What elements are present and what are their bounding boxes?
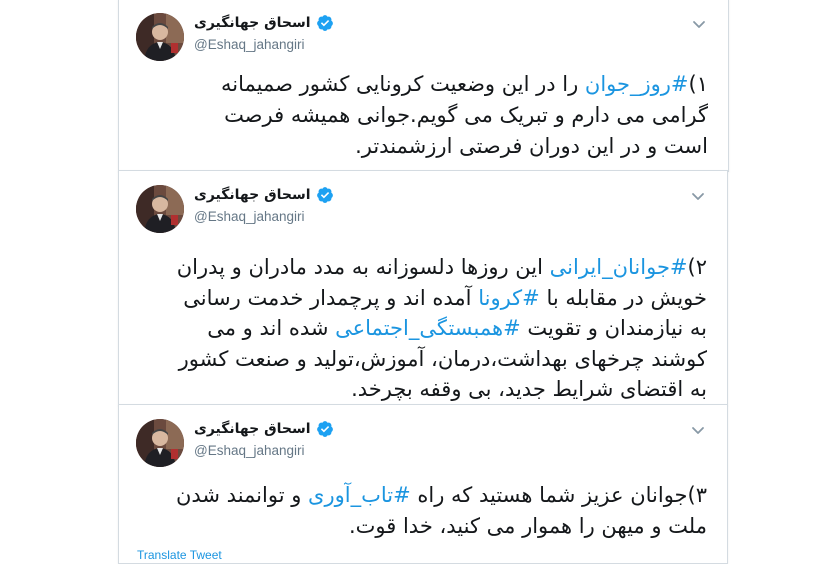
tweet-line: به اقتضای شرایط جدید، بی وقفه بچرخد. — [177, 374, 707, 405]
author-block: اسحاق جهانگیری @Eshaq_jahangiri — [194, 183, 334, 224]
tweet-text-segment: خویش در مقابله با — [539, 285, 707, 310]
author-handle[interactable]: @Eshaq_jahangiri — [194, 37, 334, 52]
avatar[interactable] — [136, 419, 184, 467]
author-name[interactable]: اسحاق جهانگیری — [194, 187, 311, 203]
tweet-text-segment: آمده اند و پرچمدار خدمت رسانی — [183, 285, 479, 310]
hashtag-link[interactable]: #روز_جوان — [585, 72, 689, 96]
tweet-text-segment: کوشند چرخهای بهداشت،درمان، آموزش،تولید و… — [178, 346, 707, 371]
tweet-line: ۳)جوانان عزیز شما هستید که راه #تاب_آوری… — [176, 480, 707, 511]
tweet-text-segment: ملت و میهن را هموار می کنید، خدا قوت. — [348, 514, 707, 538]
tweet-text: ۲)#جوانان_ایرانی این روزها دلسوزانه به م… — [177, 252, 707, 405]
tweet-text-segment: به نیازمندان و تقویت — [520, 316, 707, 340]
tweet-text-segment: است و در این دوران فرصتی ارزشمندتر. — [355, 134, 708, 158]
hashtag-link[interactable]: #تاب_آوری — [308, 483, 411, 507]
tweet-line: ملت و میهن را هموار می کنید، خدا قوت. — [176, 511, 707, 542]
tweet-3[interactable]: اسحاق جهانگیری @Eshaq_jahangiri ۳)جوانان… — [118, 404, 728, 564]
author-block: اسحاق جهانگیری @Eshaq_jahangiri — [194, 11, 334, 52]
chevron-down-icon[interactable] — [689, 187, 707, 205]
tweet-text-segment: و توانمند شدن — [175, 483, 309, 507]
tweet-line: کوشند چرخهای بهداشت،درمان، آموزش،تولید و… — [177, 344, 707, 375]
verified-badge-icon — [316, 14, 334, 32]
tweet-text: ۳)جوانان عزیز شما هستید که راه #تاب_آوری… — [176, 480, 707, 542]
tweet-line: ۲)#جوانان_ایرانی این روزها دلسوزانه به م… — [177, 252, 707, 283]
avatar[interactable] — [136, 185, 184, 233]
author-name[interactable]: اسحاق جهانگیری — [194, 15, 311, 31]
tweet-text-segment: این روزها دلسوزانه به مدد مادران و پدران — [176, 255, 550, 279]
author-block: اسحاق جهانگیری @Eshaq_jahangiri — [194, 417, 334, 458]
translate-tweet-link[interactable]: Translate Tweet — [137, 548, 222, 562]
tweet-text-segment: به اقتضای شرایط جدید، بی وقفه بچرخد. — [351, 377, 707, 401]
hashtag-link[interactable]: #جوانان_ایرانی — [550, 255, 688, 279]
chevron-down-icon[interactable] — [690, 15, 708, 33]
hashtag-link[interactable]: #کرونا — [478, 286, 540, 310]
tweet-line: خویش در مقابله با #کرونا آمده اند و پرچم… — [177, 283, 707, 314]
verified-badge-icon — [316, 420, 334, 438]
author-handle[interactable]: @Eshaq_jahangiri — [194, 443, 334, 458]
hashtag-link[interactable]: #همبستگی_اجتماعی — [335, 316, 521, 340]
tweet-line: گرامی می دارم و تبریک می گویم.جوانی همیش… — [221, 100, 708, 131]
tweet-2[interactable]: اسحاق جهانگیری @Eshaq_jahangiri ۲)#جوانا… — [118, 170, 728, 406]
tweet-1[interactable]: اسحاق جهانگیری @Eshaq_jahangiri ۱)#روز_ج… — [118, 0, 729, 172]
chevron-down-icon[interactable] — [689, 421, 707, 439]
tweet-line: ۱)#روز_جوان را در این وضعیت کرونایی کشور… — [221, 69, 708, 100]
tweet-text-segment: گرامی می دارم و تبریک می گویم.جوانی همیش… — [224, 103, 708, 127]
tweet-line: به نیازمندان و تقویت #همبستگی_اجتماعی شد… — [177, 313, 707, 344]
tweet-text-segment: شده اند و می — [207, 316, 336, 340]
author-handle[interactable]: @Eshaq_jahangiri — [194, 209, 334, 224]
author-name[interactable]: اسحاق جهانگیری — [194, 421, 311, 437]
tweet-line: است و در این دوران فرصتی ارزشمندتر. — [221, 131, 708, 162]
verified-badge-icon — [316, 186, 334, 204]
tweet-text-segment: ۱) — [688, 72, 708, 96]
tweet-text-segment: ۳)جوانان عزیز شما هستید که راه — [410, 483, 707, 507]
tweet-text-segment: را در این وضعیت کرونایی کشور صمیمانه — [220, 72, 585, 96]
tweet-text: ۱)#روز_جوان را در این وضعیت کرونایی کشور… — [221, 69, 708, 162]
avatar[interactable] — [136, 13, 184, 61]
tweet-text-segment: ۲) — [687, 255, 707, 279]
